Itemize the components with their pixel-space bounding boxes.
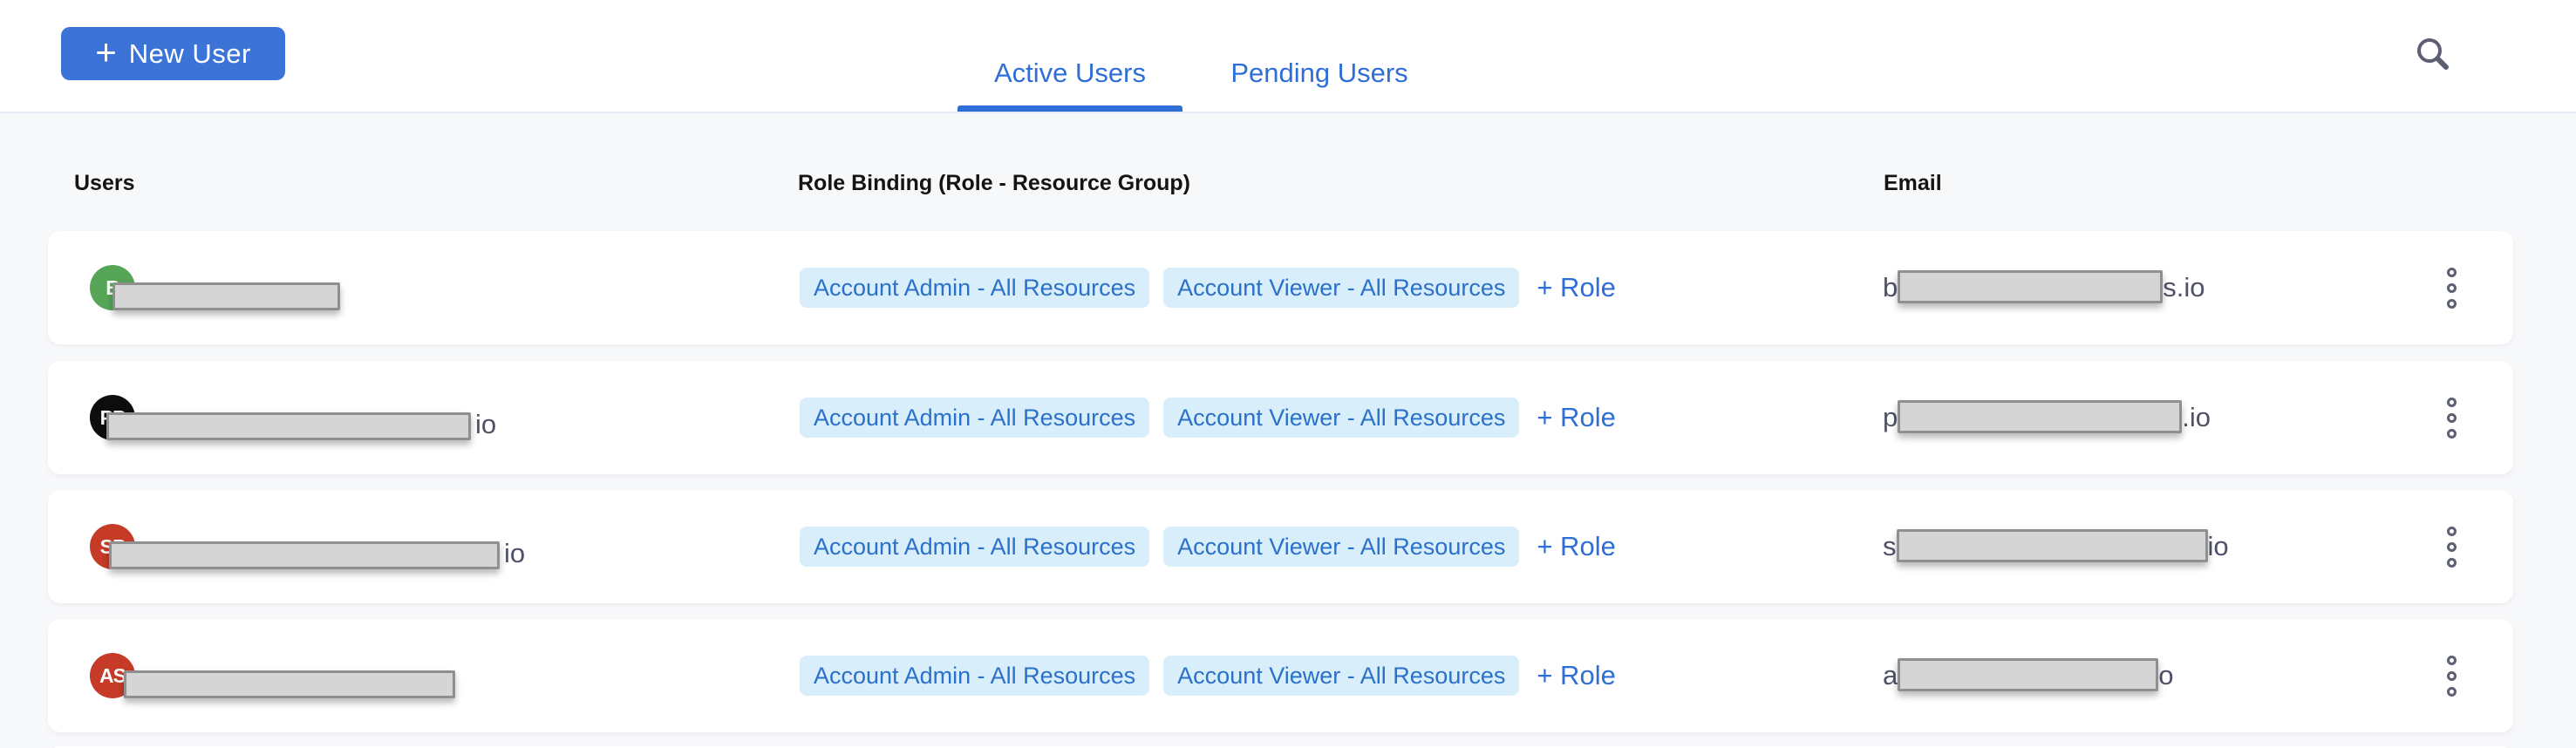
tab-active-users[interactable]: Active Users bbox=[957, 0, 1182, 112]
role-badge: Account Admin - All Resources bbox=[800, 527, 1149, 567]
email-visible-prefix: p bbox=[1883, 402, 1898, 433]
redaction-overlay bbox=[1897, 529, 2208, 562]
kebab-menu-button[interactable] bbox=[2440, 391, 2464, 445]
kebab-dot-icon bbox=[2447, 398, 2457, 407]
add-role-button[interactable]: + Role bbox=[1533, 402, 1619, 433]
active-users-table: Users Role Binding (Role - Resource Grou… bbox=[0, 113, 2576, 748]
role-badge: Account Viewer - All Resources bbox=[1163, 268, 1519, 308]
email-visible-prefix: b bbox=[1883, 272, 1898, 303]
kebab-menu-button[interactable] bbox=[2440, 520, 2464, 575]
role-badge: Account Admin - All Resources bbox=[800, 268, 1149, 308]
user-cell: AS bbox=[90, 619, 787, 732]
kebab-dot-icon bbox=[2447, 299, 2457, 309]
redaction-overlay bbox=[1898, 270, 2163, 303]
email-visible-suffix: o bbox=[2158, 660, 2173, 691]
kebab-dot-icon bbox=[2447, 558, 2457, 568]
search-icon[interactable] bbox=[2411, 33, 2455, 77]
email-visible-prefix: s bbox=[1883, 531, 1897, 562]
kebab-menu-button[interactable] bbox=[2440, 649, 2464, 704]
email-visible-prefix: a bbox=[1883, 660, 1898, 691]
redaction-overlay bbox=[106, 412, 471, 440]
email-cell: s io bbox=[1883, 490, 2423, 603]
role-badge: Account Viewer - All Resources bbox=[1163, 398, 1519, 438]
kebab-dot-icon bbox=[2447, 413, 2457, 423]
kebab-menu-button[interactable] bbox=[2440, 261, 2464, 316]
column-header-role-binding: Role Binding (Role - Resource Group) bbox=[798, 171, 1190, 196]
role-badge: Account Admin - All Resources bbox=[800, 398, 1149, 438]
kebab-dot-icon bbox=[2447, 429, 2457, 439]
email-cell: b s.io bbox=[1883, 231, 2423, 344]
role-binding-cell: Account Admin - All Resources Account Vi… bbox=[800, 361, 1672, 474]
user-row[interactable]: AS Account Admin - All Resources Account… bbox=[48, 619, 2513, 732]
avatar-initials: AS bbox=[99, 664, 126, 688]
name-visible-suffix: io bbox=[475, 409, 496, 440]
role-badge: Account Viewer - All Resources bbox=[1163, 656, 1519, 696]
redaction-overlay bbox=[1898, 400, 2182, 433]
kebab-dot-icon bbox=[2447, 687, 2457, 697]
name-visible-suffix: io bbox=[504, 538, 525, 569]
tab-pending-users[interactable]: Pending Users bbox=[1207, 0, 1432, 112]
add-role-button[interactable]: + Role bbox=[1533, 272, 1619, 303]
column-header-users: Users bbox=[74, 171, 135, 196]
kebab-dot-icon bbox=[2447, 527, 2457, 536]
kebab-dot-icon bbox=[2447, 268, 2457, 277]
email-visible-suffix: .io bbox=[2182, 402, 2211, 433]
redaction-overlay bbox=[1898, 658, 2158, 691]
user-cell: SP io bbox=[90, 490, 787, 603]
redaction-overlay bbox=[124, 670, 455, 698]
email-cell: a o bbox=[1883, 619, 2423, 732]
user-row[interactable]: PP io Account Admin - All Resources Acco… bbox=[48, 361, 2513, 474]
email-cell: p .io bbox=[1883, 361, 2423, 474]
column-header-email: Email bbox=[1884, 171, 1942, 196]
kebab-dot-icon bbox=[2447, 656, 2457, 665]
plus-icon: + bbox=[95, 34, 117, 71]
kebab-dot-icon bbox=[2447, 671, 2457, 681]
user-row[interactable]: SP io Account Admin - All Resources Acco… bbox=[48, 490, 2513, 603]
redaction-overlay bbox=[109, 541, 500, 569]
new-user-button[interactable]: + New User bbox=[61, 27, 285, 80]
redaction-overlay bbox=[112, 282, 340, 310]
role-binding-cell: Account Admin - All Resources Account Vi… bbox=[800, 490, 1672, 603]
new-user-button-label: New User bbox=[129, 38, 251, 70]
user-cell: PP io bbox=[90, 361, 787, 474]
top-bar: + New User Active Users Pending Users bbox=[0, 0, 2576, 113]
email-visible-suffix: io bbox=[2208, 531, 2229, 562]
role-badge: Account Viewer - All Resources bbox=[1163, 527, 1519, 567]
role-binding-cell: Account Admin - All Resources Account Vi… bbox=[800, 619, 1672, 732]
role-binding-cell: Account Admin - All Resources Account Vi… bbox=[800, 231, 1672, 344]
user-cell: B bbox=[90, 231, 787, 344]
add-role-button[interactable]: + Role bbox=[1533, 660, 1619, 691]
user-row[interactable]: B Account Admin - All Resources Account … bbox=[48, 231, 2513, 344]
email-visible-suffix: s.io bbox=[2163, 272, 2205, 303]
kebab-dot-icon bbox=[2447, 542, 2457, 552]
kebab-dot-icon bbox=[2447, 283, 2457, 293]
role-badge: Account Admin - All Resources bbox=[800, 656, 1149, 696]
add-role-button[interactable]: + Role bbox=[1533, 531, 1619, 562]
